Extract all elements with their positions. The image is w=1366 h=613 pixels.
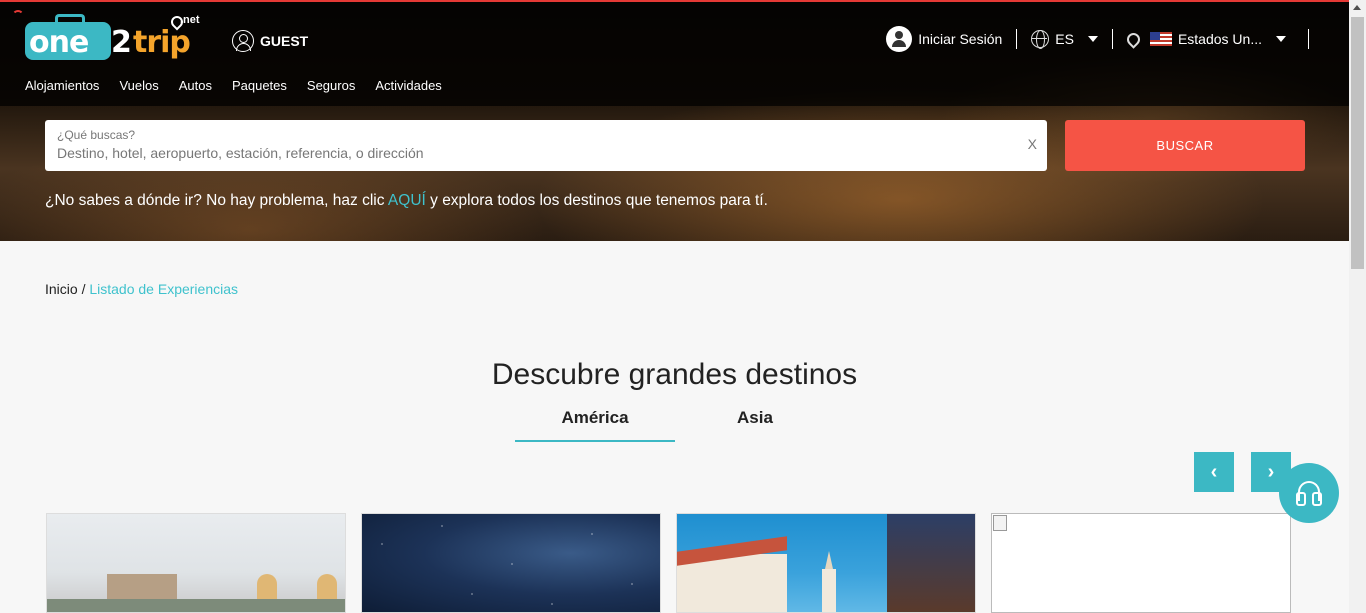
location-pin-icon: [1124, 29, 1143, 49]
search-button[interactable]: BUSCAR: [1065, 120, 1305, 171]
region-tabs: América Asia: [515, 404, 835, 442]
account-icon: [886, 26, 913, 52]
user-icon: [232, 30, 254, 52]
nav-item-actividades[interactable]: Actividades: [375, 78, 441, 93]
scroll-up-arrow-icon[interactable]: [1353, 5, 1361, 10]
tab-america[interactable]: América: [515, 404, 675, 442]
help-chat-button[interactable]: [1279, 463, 1339, 523]
breadcrumb-current[interactable]: Listado de Experiencias: [89, 281, 238, 297]
logo-text-net: .net: [180, 14, 200, 26]
logo-text-two: 2: [111, 25, 132, 60]
guest-label: GUEST: [260, 33, 309, 49]
destination-card[interactable]: [676, 513, 976, 613]
breadcrumb-separator: /: [77, 281, 90, 297]
nav-item-paquetes[interactable]: Paquetes: [232, 78, 287, 93]
destination-card[interactable]: [361, 513, 661, 613]
tab-asia[interactable]: Asia: [675, 404, 835, 442]
destination-card[interactable]: [46, 513, 346, 613]
page-scrollbar[interactable]: [1349, 0, 1366, 613]
globe-icon: [1031, 30, 1050, 49]
scrollbar-thumb[interactable]: [1351, 17, 1364, 269]
site-logo[interactable]: one 2 trip .net: [25, 12, 215, 64]
nav-item-seguros[interactable]: Seguros: [307, 78, 355, 93]
destination-card[interactable]: [991, 513, 1291, 613]
chevron-down-icon: [1276, 36, 1286, 42]
search-box: ¿Qué buscas? X: [45, 120, 1047, 171]
card-image-balcony: [887, 514, 975, 612]
headset-icon: [1296, 481, 1322, 506]
nav-item-vuelos[interactable]: Vuelos: [119, 78, 158, 93]
explore-link[interactable]: AQUÍ: [388, 192, 426, 209]
clear-search-button[interactable]: X: [1028, 136, 1037, 152]
main-nav: Alojamientos Vuelos Autos Paquetes Segur…: [25, 78, 442, 93]
card-image-ground: [47, 599, 345, 612]
section-title: Descubre grandes destinos: [491, 358, 858, 391]
card-image-night-sky: [362, 514, 660, 612]
search-input[interactable]: [57, 145, 1007, 161]
nav-item-autos[interactable]: Autos: [179, 78, 212, 93]
hint-text-after: y explora todos los destinos que tenemos…: [425, 192, 768, 209]
country-value: Estados Un...: [1177, 31, 1262, 47]
loading-spinner-icon: [12, 10, 24, 22]
country-selector[interactable]: Estados Un...: [1113, 29, 1309, 49]
guest-indicator[interactable]: GUEST: [232, 30, 308, 52]
card-image-house: [677, 554, 787, 612]
logo-text-trip: trip: [133, 25, 191, 60]
hero-banner: one 2 trip .net GUEST Iniciar Sesión ES …: [0, 0, 1349, 241]
language-value: ES: [1055, 31, 1074, 47]
chevron-down-icon: [1087, 36, 1098, 42]
search-label: ¿Qué buscas?: [57, 128, 136, 142]
hint-text-before: ¿No sabes a dónde ir? No hay problema, h…: [45, 192, 388, 209]
login-button[interactable]: Iniciar Sesión: [872, 26, 1018, 52]
nav-item-alojamientos[interactable]: Alojamientos: [25, 78, 99, 93]
us-flag-icon: [1149, 32, 1172, 46]
breadcrumb: Inicio / Listado de Experiencias: [45, 281, 238, 297]
top-right-menu: Iniciar Sesión ES Estados Un...: [872, 24, 1309, 54]
breadcrumb-home[interactable]: Inicio: [45, 281, 78, 297]
login-label: Iniciar Sesión: [918, 31, 1003, 47]
explore-hint: ¿No sabes a dónde ir? No hay problema, h…: [45, 192, 768, 210]
broken-image-icon: [993, 515, 1007, 531]
carousel-prev-button[interactable]: ‹: [1194, 452, 1234, 492]
language-selector[interactable]: ES: [1017, 29, 1113, 49]
card-image-church-tower: [822, 569, 836, 612]
logo-text-one: one: [29, 25, 89, 60]
